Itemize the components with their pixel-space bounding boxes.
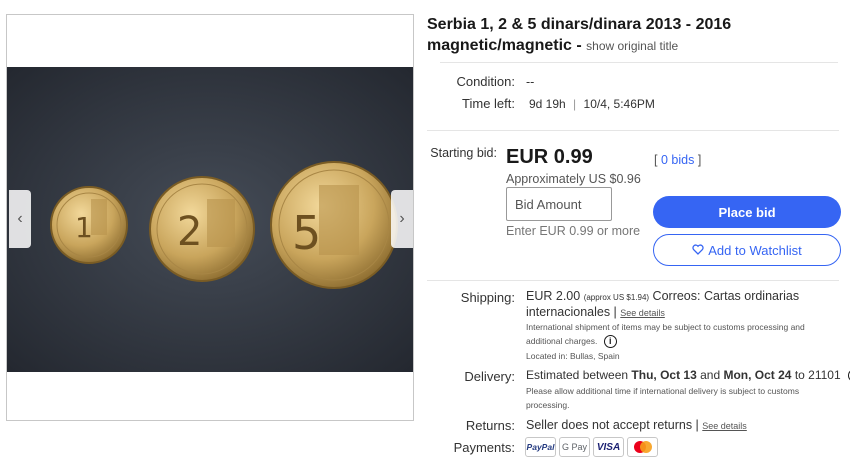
time-left-label: Time left: bbox=[462, 96, 515, 111]
returns-label: Returns: bbox=[465, 418, 515, 433]
divider bbox=[427, 280, 839, 281]
item-photo[interactable]: 1 2 5 bbox=[7, 67, 413, 372]
customs-note-line2: additional charges. bbox=[526, 336, 598, 346]
coin-2-value: 2 bbox=[177, 209, 202, 255]
heart-icon bbox=[692, 243, 704, 258]
delivery-date-end: Mon, Oct 24 bbox=[723, 368, 792, 382]
paypal-icon: PayPal bbox=[525, 437, 556, 457]
mastercard-icon bbox=[627, 437, 658, 457]
coin-3-value: 5 bbox=[292, 206, 321, 260]
image-gallery: 1 2 5 ‹ › bbox=[6, 14, 414, 421]
bid-approx-price: Approximately US $0.96 bbox=[506, 172, 641, 186]
visa-icon: VISA bbox=[593, 437, 624, 457]
info-icon[interactable]: i bbox=[603, 335, 617, 349]
time-left-remaining: 9d 19h bbox=[529, 97, 566, 111]
watchlist-label: Add to Watchlist bbox=[708, 242, 802, 258]
shipping-info: EUR 2.00 (approx US $1.94) Correos: Cart… bbox=[526, 289, 836, 321]
place-bid-button[interactable]: Place bid bbox=[653, 196, 841, 228]
end-time: 10/4, 5:46PM bbox=[583, 97, 655, 111]
divider bbox=[440, 62, 838, 63]
delivery-estimate: Estimated between Thu, Oct 13 and Mon, O… bbox=[526, 368, 850, 383]
bid-minimum-hint: Enter EUR 0.99 or more bbox=[506, 224, 641, 238]
delivery-note-line1: Please allow additional time if internat… bbox=[526, 386, 800, 396]
returns-info: Seller does not accept returns | See det… bbox=[526, 418, 747, 432]
time-left-separator: | bbox=[573, 97, 577, 111]
time-left-value: 9d 19h | 10/4, 5:46PM bbox=[529, 97, 655, 111]
payments-label: Payments: bbox=[453, 440, 515, 455]
item-title-text: Serbia 1, 2 & 5 dinars/dinara 2013 - 201… bbox=[427, 16, 732, 54]
delivery-date-start: Thu, Oct 13 bbox=[631, 368, 697, 382]
mastercard-logo bbox=[633, 441, 652, 453]
chevron-right-icon: › bbox=[399, 210, 405, 227]
add-to-watchlist-button[interactable]: Add to Watchlist bbox=[653, 234, 841, 266]
customs-note-line1: International shipment of items may be s… bbox=[526, 322, 805, 332]
show-original-title-link[interactable]: show original title bbox=[586, 39, 678, 53]
condition-value: -- bbox=[526, 75, 535, 89]
returns-value: Seller does not accept returns | bbox=[526, 418, 699, 432]
bid-count-link[interactable]: 0 bids bbox=[661, 153, 694, 167]
delivery-destination: to 21101 bbox=[794, 368, 841, 382]
coin-2: 2 bbox=[149, 176, 255, 282]
delivery-label: Delivery: bbox=[464, 369, 515, 384]
item-location: Located in: Bullas, Spain bbox=[526, 351, 620, 361]
coin-1-value: 1 bbox=[75, 211, 93, 244]
bid-count-close: ] bbox=[697, 153, 702, 167]
divider bbox=[427, 130, 839, 131]
delivery-note-line2: processing. bbox=[526, 400, 570, 410]
bid-price: EUR 0.99 bbox=[506, 146, 593, 168]
bid-count: [ 0 bids ] bbox=[654, 153, 701, 167]
shipping-approx: (approx US $1.94) bbox=[583, 293, 650, 302]
shipping-service-line1: Correos: Cartas ordinarias bbox=[652, 289, 800, 303]
condition-label: Condition: bbox=[456, 74, 515, 89]
bid-amount-input[interactable] bbox=[506, 187, 612, 221]
next-image-button[interactable]: › bbox=[391, 190, 413, 248]
shipping-service-line2: internacionales | bbox=[526, 305, 617, 319]
starting-bid-label: Starting bid: bbox=[430, 146, 497, 160]
coins-photo: 1 2 5 bbox=[7, 67, 413, 372]
shipping-price: EUR 2.00 bbox=[526, 289, 581, 303]
item-title: Serbia 1, 2 & 5 dinars/dinara 2013 - 201… bbox=[427, 14, 837, 57]
shipping-label: Shipping: bbox=[460, 290, 515, 305]
delivery-note: Please allow additional time if internat… bbox=[526, 384, 836, 412]
shipping-customs-note: International shipment of items may be s… bbox=[526, 320, 836, 349]
coin-3: 5 bbox=[270, 161, 398, 289]
bid-count-open: [ bbox=[654, 153, 658, 167]
previous-image-button[interactable]: ‹ bbox=[9, 190, 31, 248]
chevron-left-icon: ‹ bbox=[17, 210, 23, 227]
delivery-prefix: Estimated between bbox=[526, 368, 629, 382]
shipping-see-details-link[interactable]: See details bbox=[620, 308, 665, 318]
google-pay-icon: G Pay bbox=[559, 437, 590, 457]
returns-see-details-link[interactable]: See details bbox=[702, 421, 747, 431]
coin-1: 1 bbox=[50, 186, 128, 264]
delivery-and: and bbox=[700, 368, 721, 382]
